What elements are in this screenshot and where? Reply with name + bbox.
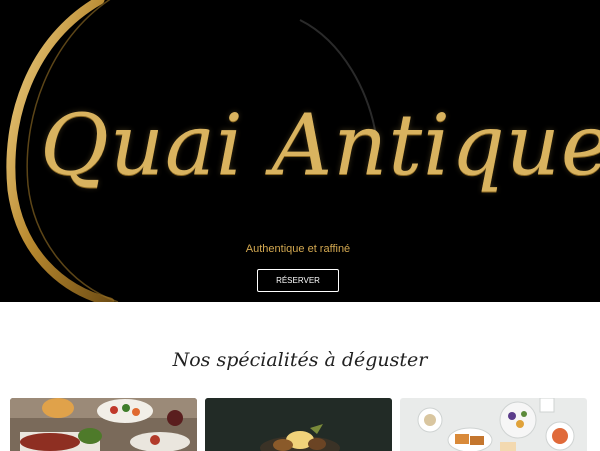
dish-photo-brunch-table[interactable]: [400, 398, 587, 451]
hero-banner: Quai Antique Authentique et raffiné RÉSE…: [0, 0, 600, 302]
brand-logo-text: Quai Antique: [40, 96, 600, 194]
specialties-title: Nos spécialités à déguster: [172, 349, 428, 371]
dish-photo-dark-plate[interactable]: [205, 398, 392, 451]
reserve-button[interactable]: RÉSERVER: [257, 269, 339, 292]
dish-photo-meat-platter[interactable]: [10, 398, 197, 451]
hero-tagline: Authentique et raffiné: [245, 243, 351, 255]
